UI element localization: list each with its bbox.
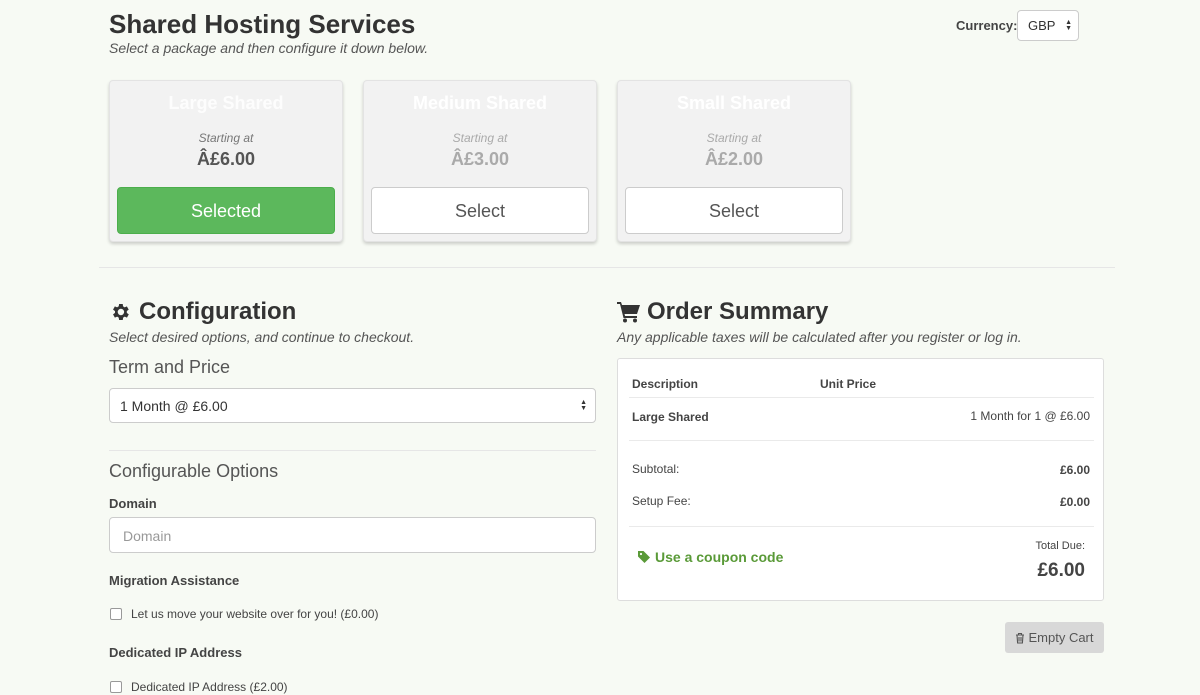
total-due-value: £6.00 — [1037, 560, 1085, 581]
configurable-options-heading: Configurable Options — [109, 461, 279, 481]
dedicated-ip-option-label: Dedicated IP Address (£2.00) — [131, 680, 288, 694]
updown-arrows-icon: ▲ ▼ — [1065, 19, 1072, 32]
dedicated-ip-checkbox[interactable] — [110, 681, 122, 693]
col-description: Description — [632, 377, 699, 391]
configuration-subtitle: Select desired options, and continue to … — [109, 329, 415, 345]
migration-assistance-label: Migration Assistance — [109, 573, 240, 588]
configuration-title: Configuration — [139, 298, 297, 325]
package-card-medium: Medium Shared Starting at Â£3.00 Select — [363, 80, 597, 242]
tag-icon — [638, 551, 650, 563]
migration-checkbox[interactable] — [110, 608, 122, 620]
item-price: 1 Month for 1 @ £6.00 — [970, 409, 1090, 423]
page-title: Shared Hosting Services — [109, 9, 416, 39]
subtotal-value: £6.00 — [1059, 463, 1090, 477]
coupon-link-label: Use a coupon code — [655, 549, 784, 565]
page-subtitle: Select a package and then configure it d… — [109, 40, 429, 56]
section-divider — [99, 267, 1115, 268]
starting-at-label: Starting at — [706, 131, 762, 145]
trash-icon — [1016, 632, 1025, 644]
cart-icon — [617, 302, 640, 323]
coupon-link[interactable]: Use a coupon code — [638, 549, 783, 565]
term-value: 1 Month @ £6.00 — [120, 398, 228, 414]
starting-at-label: Starting at — [452, 131, 508, 145]
row-divider — [629, 526, 1094, 527]
order-summary-heading: Order Summary — [617, 298, 828, 326]
item-name: Large Shared — [632, 410, 709, 424]
row-divider — [629, 397, 1094, 398]
dedicated-ip-label: Dedicated IP Address — [109, 645, 242, 660]
package-card-small: Small Shared Starting at Â£2.00 Select — [617, 80, 851, 242]
empty-cart-label: Empty Cart — [1028, 630, 1094, 645]
starting-at-label: Starting at — [198, 131, 254, 145]
col-unit-price: Unit Price — [820, 377, 877, 391]
domain-label: Domain — [109, 496, 157, 511]
subtotal-label: Subtotal: — [632, 462, 680, 476]
currency-label: Currency: — [956, 18, 1018, 33]
total-due-label: Total Due: — [1035, 540, 1085, 552]
selected-button[interactable]: Selected — [117, 187, 335, 234]
order-summary-title: Order Summary — [647, 298, 829, 325]
package-card-large: Large Shared Starting at Â£6.00 Selected — [109, 80, 343, 242]
setup-fee-label: Setup Fee: — [632, 494, 691, 508]
package-price: Â£2.00 — [704, 149, 764, 169]
domain-input[interactable]: Domain — [109, 517, 596, 553]
dedicated-ip-option[interactable]: Dedicated IP Address (£2.00) — [110, 680, 288, 694]
setup-fee-value: £0.00 — [1059, 495, 1090, 509]
package-price: Â£6.00 — [196, 149, 256, 169]
empty-cart-button[interactable]: Empty Cart — [1005, 622, 1104, 653]
package-price: Â£3.00 — [450, 149, 510, 169]
order-summary-subtitle: Any applicable taxes will be calculated … — [617, 329, 1022, 345]
package-name: Large Shared — [168, 93, 284, 113]
configuration-heading: Configuration — [109, 298, 296, 326]
term-price-label: Term and Price — [109, 357, 231, 377]
select-button[interactable]: Select — [625, 187, 843, 234]
config-divider — [109, 450, 596, 451]
gear-icon — [113, 304, 129, 320]
currency-value: GBP — [1028, 18, 1056, 33]
updown-arrows-icon: ▲ ▼ — [580, 399, 587, 412]
migration-option-label: Let us move your website over for you! (… — [131, 607, 379, 621]
term-price-select[interactable]: 1 Month @ £6.00 ▲ ▼ — [109, 388, 596, 423]
select-button[interactable]: Select — [371, 187, 589, 234]
order-summary-panel: Description Unit Price Large Shared 1 Mo… — [617, 358, 1104, 601]
migration-option[interactable]: Let us move your website over for you! (… — [110, 607, 378, 621]
package-name: Medium Shared — [412, 93, 548, 113]
row-divider — [629, 440, 1094, 441]
package-name: Small Shared — [676, 93, 792, 113]
currency-select[interactable]: GBP ▲ ▼ — [1017, 10, 1079, 41]
domain-placeholder: Domain — [123, 528, 172, 544]
